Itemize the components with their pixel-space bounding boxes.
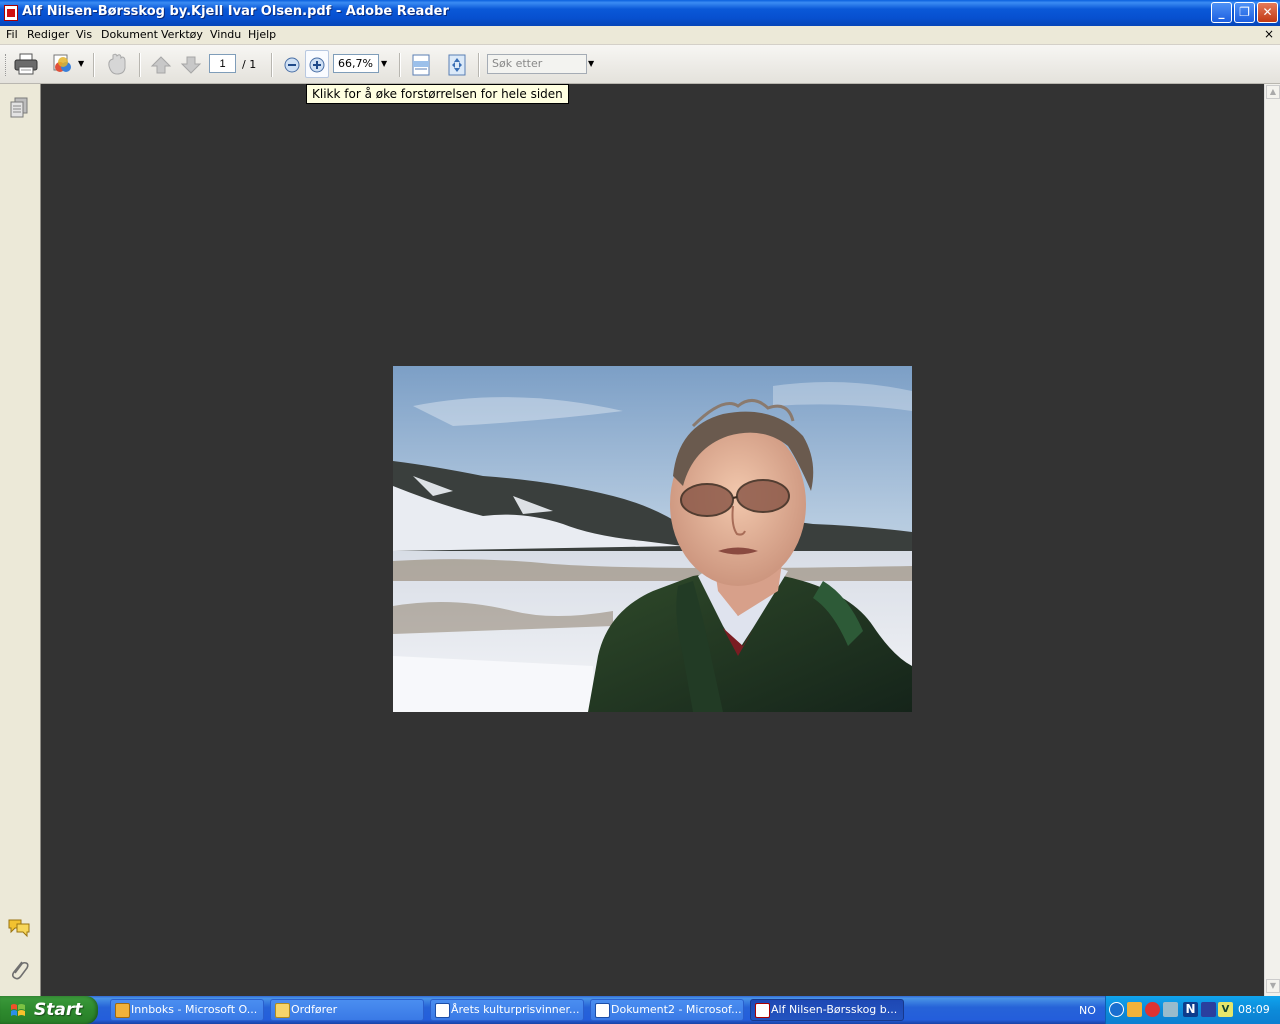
word-icon xyxy=(435,1003,450,1018)
zoom-dropdown-icon[interactable]: ▼ xyxy=(381,59,387,68)
window-title: Alf Nilsen-Børsskog by.Kjell Ivar Olsen.… xyxy=(22,4,449,19)
fit-page-icon[interactable] xyxy=(446,53,468,77)
search-dropdown-icon[interactable]: ▼ xyxy=(588,59,594,68)
adobe-reader-icon xyxy=(755,1003,770,1018)
page-number-input[interactable] xyxy=(209,54,236,73)
next-page-icon[interactable] xyxy=(180,55,202,75)
menu-document[interactable]: Dokument xyxy=(101,28,158,41)
onenote-tray-icon[interactable]: N xyxy=(1183,1002,1198,1017)
taskbar-item-label: Årets kulturprisvinner... xyxy=(451,1003,580,1016)
minimize-button[interactable]: _ xyxy=(1211,2,1232,23)
menu-window[interactable]: Vindu xyxy=(210,28,241,41)
pages-panel-icon[interactable] xyxy=(9,97,29,119)
menu-tools[interactable]: Verktøy xyxy=(161,28,203,41)
close-button[interactable]: ✕ xyxy=(1257,2,1278,23)
menu-file[interactable]: Fil xyxy=(6,28,18,41)
toolbar-separator xyxy=(139,53,141,77)
taskbar-item-word-2[interactable]: Dokument2 - Microsof... xyxy=(590,999,744,1021)
collaborate-dropdown-icon[interactable]: ▼ xyxy=(78,59,84,68)
hand-tool-icon[interactable] xyxy=(104,52,130,76)
collaborate-icon[interactable] xyxy=(50,53,76,75)
menu-bar: Fil Rediger Vis Dokument Verktøy Vindu H… xyxy=(0,26,1280,45)
maximize-button[interactable]: ❐ xyxy=(1234,2,1255,23)
vc-tray-icon[interactable]: V xyxy=(1218,1002,1233,1017)
taskbar-item-label: Dokument2 - Microsof... xyxy=(611,1003,742,1016)
scroll-down-icon[interactable]: ▼ xyxy=(1266,979,1280,993)
windows-logo-icon xyxy=(11,1004,25,1016)
language-indicator[interactable]: NO xyxy=(1079,1004,1096,1017)
tray-expand-icon[interactable] xyxy=(1109,1002,1124,1017)
comments-panel-icon[interactable] xyxy=(7,917,31,939)
zoom-out-icon[interactable] xyxy=(283,56,301,74)
toolbar-grip[interactable] xyxy=(5,54,8,76)
vertical-scrollbar[interactable]: ▲ ▼ xyxy=(1264,84,1280,996)
document-photo xyxy=(393,366,912,712)
zoom-level-input[interactable]: 66,7% xyxy=(333,54,379,73)
search-input[interactable]: Søk etter xyxy=(487,54,587,74)
taskbar-item-adobe-reader[interactable]: Alf Nilsen-Børsskog b... xyxy=(750,999,904,1021)
folder-icon xyxy=(275,1003,290,1018)
taskbar-item-label: Alf Nilsen-Børsskog b... xyxy=(771,1003,898,1016)
scroll-up-icon[interactable]: ▲ xyxy=(1266,85,1280,99)
menu-view[interactable]: Vis xyxy=(76,28,92,41)
adobe-reader-icon xyxy=(4,5,18,21)
toolbar: ▼ ▼ ▼ xyxy=(0,45,1280,84)
toolbar-separator xyxy=(478,53,480,77)
navigation-panel xyxy=(0,84,41,996)
zoom-in-button[interactable] xyxy=(305,50,329,78)
taskbar-item-outlook[interactable]: Innboks - Microsoft O... xyxy=(110,999,264,1021)
print-icon[interactable] xyxy=(14,53,38,75)
toolbar-separator xyxy=(93,53,95,77)
attachments-panel-icon[interactable] xyxy=(9,958,29,982)
outlook-icon xyxy=(115,1003,130,1018)
security-tray-icon[interactable] xyxy=(1201,1002,1216,1017)
network-tray-icon[interactable] xyxy=(1145,1002,1160,1017)
menu-help[interactable]: Hjelp xyxy=(248,28,276,41)
title-bar: Alf Nilsen-Børsskog by.Kjell Ivar Olsen.… xyxy=(0,0,1280,26)
taskbar-item-label: Ordfører xyxy=(291,1003,338,1016)
toolbar-separator xyxy=(271,53,273,77)
zoom-in-icon[interactable] xyxy=(308,56,326,74)
previous-page-icon[interactable] xyxy=(150,55,172,75)
page-total: / 1 xyxy=(242,58,257,71)
toolbar-separator xyxy=(399,53,401,77)
system-clock: 08:09 xyxy=(1238,1003,1270,1016)
start-label: Start xyxy=(34,1000,83,1020)
menu-edit[interactable]: Rediger xyxy=(27,28,69,41)
outlook-tray-icon[interactable] xyxy=(1127,1002,1142,1017)
document-close-icon[interactable]: × xyxy=(1264,27,1274,41)
taskbar-item-label: Innboks - Microsoft O... xyxy=(131,1003,258,1016)
taskbar-item-folder[interactable]: Ordfører xyxy=(270,999,424,1021)
zoom-in-tooltip: Klikk for å øke forstørrelsen for hele s… xyxy=(306,84,569,104)
fit-width-icon[interactable] xyxy=(410,53,432,77)
taskbar-item-word-1[interactable]: Årets kulturprisvinner... xyxy=(430,999,584,1021)
taskbar: Start Innboks - Microsoft O... Ordfører … xyxy=(0,996,1280,1024)
word-icon xyxy=(595,1003,610,1018)
monitor-tray-icon[interactable] xyxy=(1163,1002,1178,1017)
start-button[interactable]: Start xyxy=(0,996,98,1024)
